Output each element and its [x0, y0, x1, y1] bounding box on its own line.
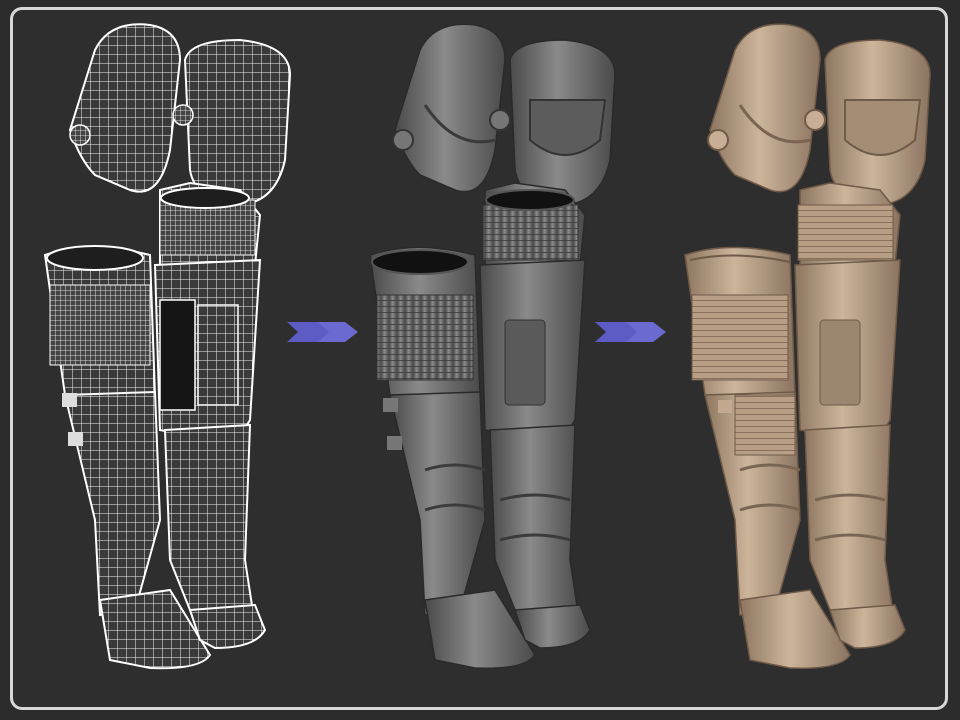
boots-figure [44, 23, 931, 670]
grey-sculpt-boots [369, 23, 616, 669]
clay-sculpt-boots [684, 23, 931, 669]
arrow-right-icon [287, 322, 358, 342]
arrow-right-icon [595, 322, 666, 342]
wireframe-boots [44, 23, 291, 670]
